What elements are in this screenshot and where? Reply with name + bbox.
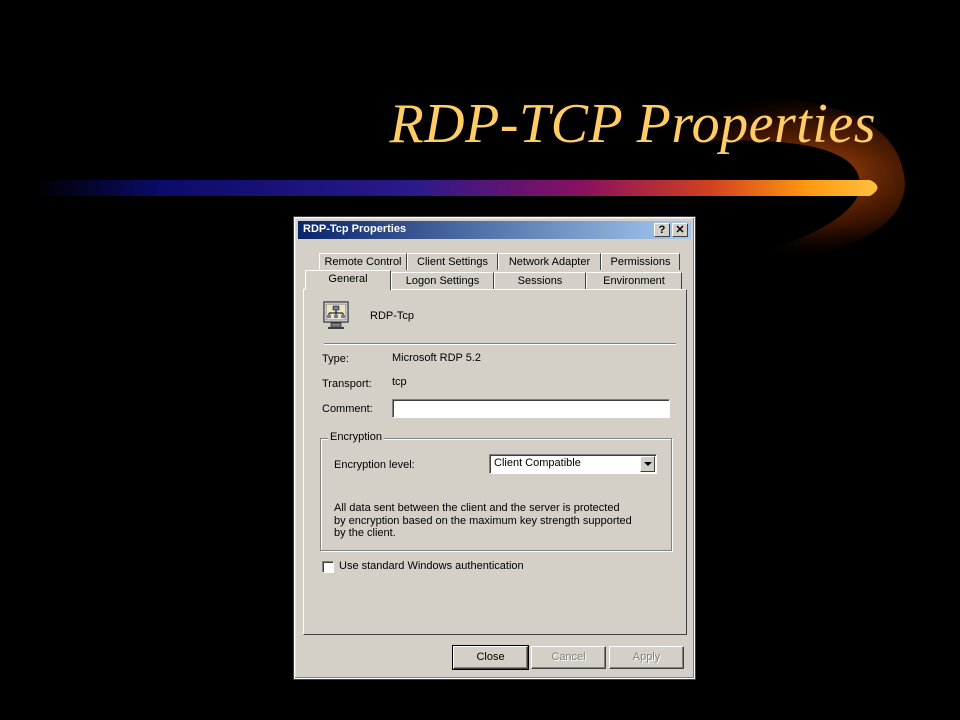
transport-value: tcp [392, 376, 407, 388]
tab-general[interactable]: General [305, 270, 391, 290]
apply-button[interactable]: Apply [609, 646, 684, 669]
encryption-description: All data sent between the client and the… [334, 502, 632, 539]
separator [324, 343, 676, 345]
connection-name: RDP-Tcp [370, 310, 415, 322]
chevron-down-icon[interactable] [640, 456, 655, 472]
tab-remote-control[interactable]: Remote Control [319, 253, 407, 270]
type-value: Microsoft RDP 5.2 [392, 352, 482, 364]
close-icon[interactable]: ✕ [672, 223, 688, 237]
tab-environment[interactable]: Environment [586, 272, 682, 289]
tab-sessions[interactable]: Sessions [494, 272, 586, 289]
tab-network-adapter[interactable]: Network Adapter [498, 253, 601, 270]
tab-logon-settings[interactable]: Logon Settings [391, 272, 494, 289]
tab-client-settings[interactable]: Client Settings [407, 253, 498, 270]
comment-label: Comment: [322, 403, 373, 415]
windows-auth-checkbox[interactable] [322, 561, 334, 573]
encryption-level-label: Encryption level: [334, 459, 415, 471]
network-connection-icon [323, 301, 349, 329]
properties-dialog: RDP-Tcp Properties ? ✕ Remote Control Cl… [293, 216, 696, 680]
type-label: Type: [322, 353, 349, 365]
windows-auth-label[interactable]: Use standard Windows authentication [339, 560, 524, 572]
general-tab-panel: RDP-Tcp Type: Microsoft RDP 5.2 Transpor… [303, 289, 687, 635]
encryption-group-label: Encryption [328, 431, 384, 443]
encryption-level-value: Client Compatible [494, 457, 581, 469]
transport-label: Transport: [322, 378, 372, 390]
tab-permissions[interactable]: Permissions [601, 253, 680, 270]
encryption-level-select[interactable]: Client Compatible [489, 454, 657, 474]
slide-title: RDP-TCP Properties [389, 93, 876, 155]
close-button[interactable]: Close [452, 645, 529, 670]
dialog-title: RDP-Tcp Properties [303, 223, 407, 235]
comment-field[interactable] [392, 399, 670, 418]
title-bar[interactable]: RDP-Tcp Properties ? ✕ [298, 221, 691, 239]
cancel-button[interactable]: Cancel [531, 646, 606, 669]
help-button[interactable]: ? [654, 223, 670, 237]
